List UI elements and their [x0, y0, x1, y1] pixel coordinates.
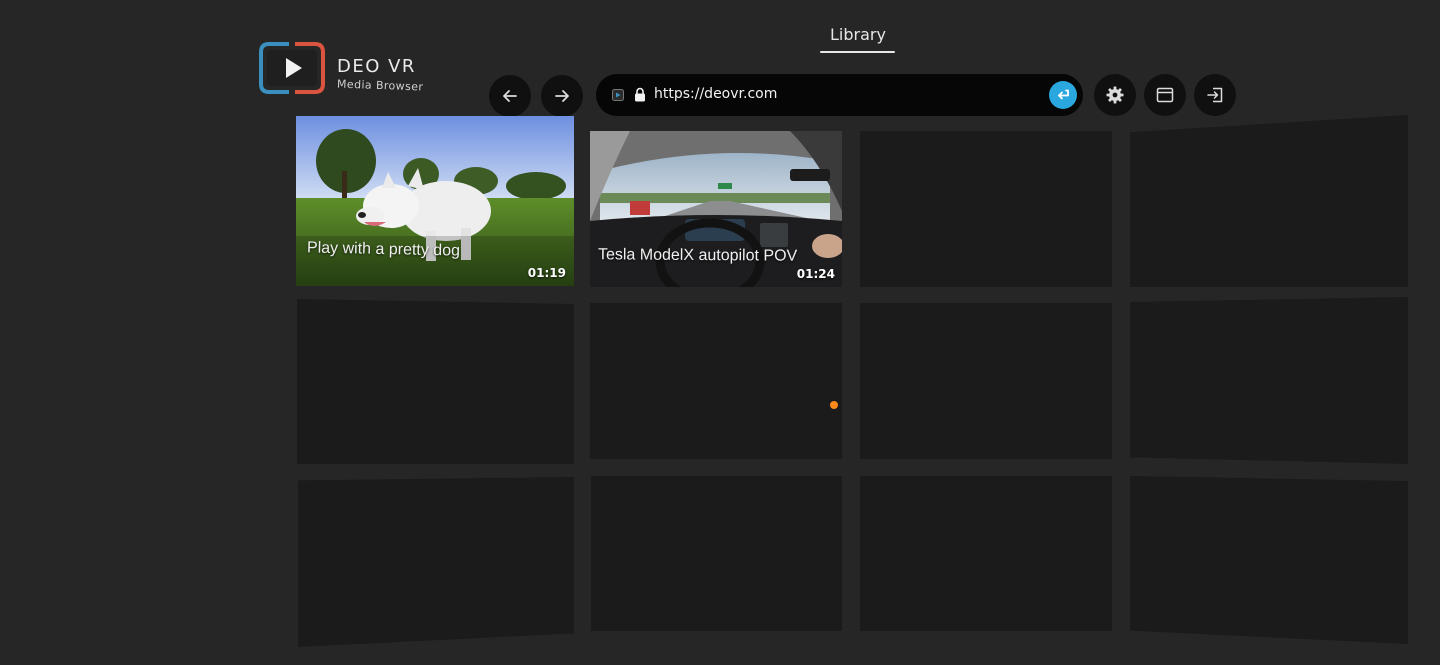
empty-tile: [590, 303, 842, 459]
tab-library[interactable]: Library: [820, 25, 896, 44]
brand-title: DEO VR: [337, 56, 416, 77]
arrow-left-icon: [503, 90, 517, 102]
empty-tile: [1130, 476, 1408, 644]
video-title: Play with a pretty dog: [306, 239, 461, 260]
arrow-right-icon: [555, 90, 569, 102]
back-button[interactable]: [489, 75, 531, 117]
empty-tile: [1130, 115, 1408, 287]
lock-icon: [635, 87, 645, 102]
empty-tile: [297, 299, 574, 464]
video-tile[interactable]: Play with a pretty dog 01:19: [296, 116, 574, 286]
exit-icon: [1207, 87, 1223, 103]
tab-active-indicator: [820, 51, 895, 53]
exit-button[interactable]: [1194, 74, 1236, 116]
site-favicon-icon: [612, 89, 624, 101]
address-bar[interactable]: https://deovr.com: [596, 74, 1083, 116]
empty-tile: [298, 477, 574, 647]
video-duration: 01:24: [796, 267, 835, 281]
play-icon: [259, 42, 325, 94]
empty-tile: [860, 303, 1112, 459]
video-thumbnail: [296, 116, 574, 286]
browser-window-icon: [1156, 87, 1174, 103]
go-button[interactable]: [1049, 81, 1077, 109]
gear-icon: [1106, 86, 1124, 104]
empty-tile: [591, 476, 842, 631]
settings-button[interactable]: [1094, 74, 1136, 116]
forward-button[interactable]: [541, 75, 583, 117]
url-field[interactable]: https://deovr.com: [654, 86, 777, 102]
gaze-cursor: [830, 401, 838, 409]
browser-window-button[interactable]: [1144, 74, 1186, 116]
enter-icon: [1058, 89, 1069, 100]
video-duration: 01:19: [527, 266, 566, 280]
video-tile[interactable]: Tesla ModelX autopilot POV 01:24: [590, 131, 842, 287]
empty-tile: [1130, 297, 1408, 464]
app-logo: DEO VR Media Browser: [259, 42, 449, 98]
brand-subtitle: Media Browser: [336, 77, 424, 94]
video-title: Tesla ModelX autopilot POV: [597, 246, 798, 265]
empty-tile: [860, 476, 1112, 631]
empty-tile: [860, 131, 1112, 287]
vr-browser-stage: DEO VR Media Browser Library https://deo…: [0, 0, 1440, 665]
